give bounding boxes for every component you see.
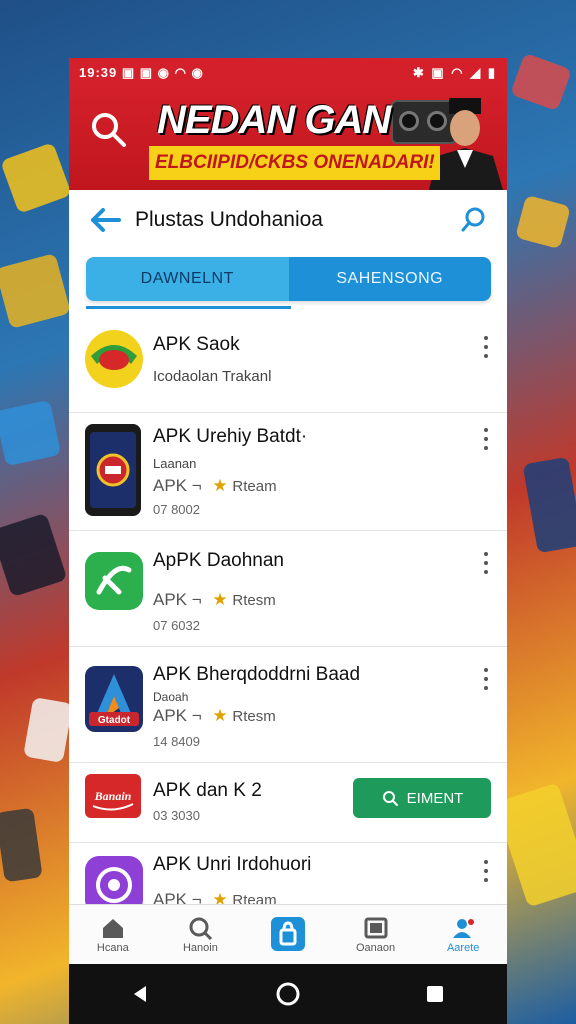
search-icon[interactable]	[89, 110, 129, 150]
page-header: Plustas Undohanioa	[69, 190, 507, 250]
background-tile	[522, 456, 576, 554]
account-icon	[453, 919, 475, 938]
star-icon: ★	[212, 706, 228, 725]
tab-sharing[interactable]: SAHENSONG	[288, 257, 491, 301]
app-icon	[85, 424, 141, 516]
rating-text: Rtesm	[232, 592, 276, 609]
apk-label: APK ¬	[153, 476, 202, 495]
app-logo-icon: Gtadot	[89, 674, 139, 726]
rating-text: Rtesm	[232, 708, 276, 725]
app-logo-icon	[90, 432, 136, 508]
app-subtitle: Laanan	[153, 456, 197, 471]
app-icon	[85, 552, 143, 610]
rating-text: Rteam	[232, 478, 277, 495]
home-button-icon[interactable]	[275, 981, 301, 1007]
search-icon	[189, 917, 213, 940]
list-item[interactable]: APK Saok Icodaolan Trakanl	[69, 316, 507, 413]
list-item[interactable]: ApPK Daohnan APK ¬ ★ Rtesm 07 6032	[69, 530, 507, 647]
phone-screen: 19:39 ▣ ▣ ◉ ◠ ◉ ✱ ▣ ◠ ◢ ▮ NEDAN GAN ELBC…	[69, 58, 507, 1024]
app-icon-text: Gtadot	[98, 715, 131, 726]
more-options-icon[interactable]	[479, 552, 493, 574]
app-icon	[85, 330, 143, 388]
app-name: APK Bherqdoddrni Baad	[153, 664, 361, 685]
app-name: APK Saok	[153, 334, 240, 355]
app-meta: APK ¬ ★ Rtesm	[153, 590, 276, 610]
app-name: APK Unri Irdohuori	[153, 854, 312, 875]
nav-label: Hanoin	[182, 942, 218, 954]
search-icon	[382, 791, 398, 806]
background-tile	[0, 399, 62, 467]
active-tab-indicator	[86, 306, 291, 309]
app-icon: Gtadot	[85, 666, 143, 732]
app-logo-icon	[91, 345, 137, 370]
tab-download[interactable]: DAWNELNT	[86, 257, 289, 301]
tab-bar: DAWNELNT SAHENSONG	[86, 257, 491, 301]
recents-icon[interactable]	[425, 984, 445, 1004]
page-title: Plustas Undohanioa	[135, 208, 323, 231]
more-options-icon[interactable]	[479, 336, 493, 358]
app-logo-icon: Banain	[92, 789, 134, 811]
status-icons: ✱ ▣ ◠ ◢ ▮	[412, 65, 497, 80]
banner-subtitle: ELBCIIPID/CKBS ONENADARI!	[149, 146, 440, 180]
background-tile	[509, 52, 573, 112]
background-tile	[515, 194, 571, 250]
list-item[interactable]: APK Unri Irdohuori APK ¬ ★ Rteam	[69, 842, 507, 914]
app-meta: APK ¬ ★ Rtesm	[153, 706, 276, 726]
back-icon[interactable]	[131, 984, 151, 1004]
background-tile	[23, 696, 73, 764]
app-size: 07 6032	[153, 618, 200, 633]
banner-title: NEDAN GAN	[157, 98, 391, 142]
nav-label: Hcana	[96, 942, 129, 954]
app-size: 03 3030	[153, 808, 200, 823]
app-icon-text: Banain	[94, 789, 132, 803]
background-tile	[0, 512, 68, 598]
more-options-icon[interactable]	[479, 860, 493, 882]
app-name: APK dan K 2	[153, 780, 262, 801]
app-size: 14 8409	[153, 734, 200, 749]
apk-label: APK ¬	[153, 590, 202, 609]
home-icon	[102, 919, 123, 938]
system-navigation-bar	[69, 964, 507, 1024]
star-icon: ★	[212, 476, 228, 495]
more-options-icon[interactable]	[479, 428, 493, 450]
nav-account[interactable]: Aarete	[419, 905, 507, 965]
library-icon	[364, 917, 388, 939]
apk-label: APK ¬	[153, 706, 202, 725]
nav-home[interactable]: Hcana	[69, 905, 157, 965]
star-icon: ★	[212, 590, 228, 609]
list-item[interactable]: Banain APK dan K 2 03 3030 EIMENT	[69, 762, 507, 843]
app-subtitle: Daoah	[153, 690, 189, 704]
app-meta: APK ¬ ★ Rteam	[153, 476, 277, 496]
promo-banner[interactable]: NEDAN GAN ELBCIIPID/CKBS ONENADARI!	[69, 88, 507, 190]
background-tile	[0, 142, 72, 214]
list-item[interactable]: APK Urehiy Batdt· Laanan APK ¬ ★ Rteam 0…	[69, 412, 507, 531]
app-subtitle: Icodaolan Trakanl	[153, 368, 272, 385]
status-time: 19:39 ▣ ▣ ◉ ◠ ◉	[79, 65, 204, 80]
nav-search[interactable]: Hanoin	[157, 905, 245, 965]
background-tile	[0, 807, 43, 883]
nav-library[interactable]: Oanaon	[332, 905, 420, 965]
app-logo-icon	[96, 565, 132, 595]
store-icon	[270, 917, 305, 951]
more-options-icon[interactable]	[479, 668, 493, 690]
nav-label: Oanaon	[356, 942, 396, 954]
background-tile	[0, 253, 71, 329]
bottom-navigation: Hcana Hanoin Oanaon Aarete	[69, 904, 507, 965]
install-button[interactable]: EIMENT	[353, 778, 491, 818]
status-bar: 19:39 ▣ ▣ ◉ ◠ ◉ ✱ ▣ ◠ ◢ ▮	[69, 58, 507, 88]
app-size: 07 8002	[153, 502, 200, 517]
back-arrow-icon[interactable]	[87, 205, 127, 235]
search-icon[interactable]	[459, 205, 489, 235]
app-name: APK Urehiy Batdt·	[153, 426, 308, 447]
nav-store[interactable]	[244, 905, 332, 965]
app-icon: Banain	[85, 774, 141, 818]
install-button-label: EIMENT	[406, 789, 464, 807]
list-item[interactable]: Gtadot APK Bherqdoddrni Baad Daoah APK ¬…	[69, 646, 507, 763]
nav-label: Aarete	[446, 942, 480, 954]
app-name: ApPK Daohnan	[153, 550, 284, 571]
